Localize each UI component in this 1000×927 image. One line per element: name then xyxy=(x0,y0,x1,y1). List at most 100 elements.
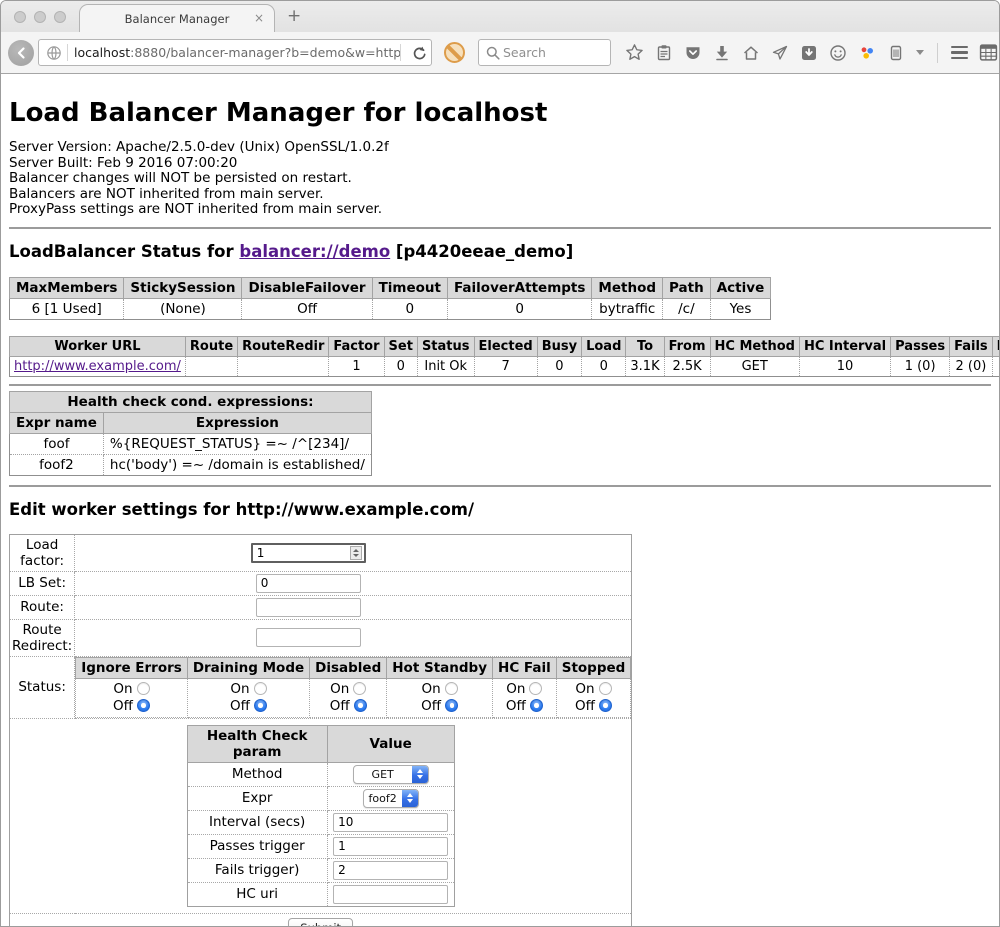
disabled-off-radio[interactable] xyxy=(354,699,367,712)
off-label: Off xyxy=(113,698,133,714)
route-redirect-input[interactable] xyxy=(256,628,361,647)
chevron-down-icon[interactable] xyxy=(916,50,924,55)
worker-url-link[interactable]: http://www.example.com/ xyxy=(14,359,181,374)
content-blocked-icon[interactable] xyxy=(444,42,465,63)
download-icon[interactable] xyxy=(713,44,731,62)
menu-button[interactable] xyxy=(951,46,968,60)
app-grid-icon[interactable] xyxy=(979,43,998,62)
bookmark-star-icon[interactable] xyxy=(625,43,644,62)
draining-mode-off-radio[interactable] xyxy=(254,699,267,712)
stopped-on-radio[interactable] xyxy=(599,682,612,695)
status-col-stopped: Stopped xyxy=(556,657,631,678)
cell-load: 0 xyxy=(582,356,626,376)
health-check-expressions-table: Health check cond. expressions: Expr nam… xyxy=(9,391,372,476)
off-label: Off xyxy=(575,698,595,714)
url-bar[interactable]: localhost:8880/balancer-manager?b=demo&w… xyxy=(38,39,432,66)
divider xyxy=(9,384,991,386)
hc-fails-input[interactable] xyxy=(333,861,448,880)
window-minimize-button[interactable] xyxy=(34,11,46,23)
home-icon[interactable] xyxy=(742,44,760,62)
number-spinner-icon[interactable] xyxy=(350,546,362,560)
send-page-icon[interactable] xyxy=(771,44,789,62)
divider xyxy=(9,227,991,229)
route-input[interactable] xyxy=(256,598,361,617)
hot-standby-on-radio[interactable] xyxy=(445,682,458,695)
reading-list-icon[interactable] xyxy=(655,44,673,62)
window-zoom-button[interactable] xyxy=(54,11,66,23)
status-col-hc-fail: HC Fail xyxy=(493,657,557,678)
form-row-submit: Submit xyxy=(10,913,632,927)
globe-icon xyxy=(46,45,62,61)
hc-passes-input[interactable] xyxy=(333,837,448,856)
server-info-line: ProxyPass settings are NOT inherited fro… xyxy=(9,202,991,218)
stopped-off-radio[interactable] xyxy=(599,699,612,712)
reload-button[interactable] xyxy=(411,45,427,61)
url-text: localhost:8880/balancer-manager?b=demo&w… xyxy=(74,45,400,60)
form-row-status: Status: Ignore Errors Draining Mode Disa… xyxy=(10,656,632,718)
search-bar[interactable] xyxy=(478,39,611,66)
search-input[interactable] xyxy=(501,44,596,61)
cell-expression: %{REQUEST_STATUS} =~ /^[234]/ xyxy=(103,433,371,454)
hc-fails-label: Fails trigger) xyxy=(187,858,327,882)
balancer-heading-suffix: [p4420eeae_demo] xyxy=(390,242,573,261)
route-label: Route: xyxy=(10,595,75,619)
server-info: Server Version: Apache/2.5.0-dev (Unix) … xyxy=(9,140,991,218)
column-header: Timeout xyxy=(372,277,447,298)
new-tab-button[interactable]: + xyxy=(287,6,301,26)
url-domain: localhost xyxy=(74,45,130,60)
back-arrow-icon xyxy=(13,45,29,61)
column-header: HC Interval xyxy=(799,336,890,356)
hc-expr-label: Expr xyxy=(187,786,327,810)
disabled-on-radio[interactable] xyxy=(353,682,366,695)
hot-standby-off-radio[interactable] xyxy=(445,699,458,712)
hc-uri-label: HC uri xyxy=(187,882,327,906)
on-label: On xyxy=(575,681,594,697)
table-title-row: Health check cond. expressions: xyxy=(10,391,372,412)
column-header: DisableFailover xyxy=(242,277,372,298)
load-factor-label: Load factor: xyxy=(10,534,75,571)
submit-button[interactable]: Submit xyxy=(288,918,353,927)
hc-row-fails: Fails trigger) xyxy=(187,858,454,882)
draining-mode-on-radio[interactable] xyxy=(254,682,267,695)
load-factor-field-wrap xyxy=(251,543,366,563)
hc-expr-select[interactable]: foof2 xyxy=(363,789,419,808)
balancer-demo-link[interactable]: balancer://demo xyxy=(239,242,390,261)
container-icon[interactable] xyxy=(887,44,905,62)
back-button[interactable] xyxy=(8,40,34,66)
select-stepper-icon xyxy=(412,766,428,783)
window-close-button[interactable] xyxy=(14,11,26,23)
column-header: RouteRedir xyxy=(238,336,329,356)
tab-balancer-manager[interactable]: Balancer Manager × xyxy=(79,4,275,32)
feedback-smiley-icon[interactable] xyxy=(829,44,847,62)
pocket-icon[interactable] xyxy=(684,44,702,62)
hc-uri-input[interactable] xyxy=(333,885,448,904)
hc-method-select[interactable]: GET xyxy=(353,765,429,784)
cell-expr-name: foof2 xyxy=(10,454,104,475)
hc-fail-off-radio[interactable] xyxy=(530,699,543,712)
status-col-ignore-errors: Ignore Errors xyxy=(76,657,188,678)
status-col-hot-standby: Hot Standby xyxy=(387,657,493,678)
form-row-lb-set: LB Set: xyxy=(10,571,632,595)
load-factor-input[interactable] xyxy=(251,543,366,563)
balancer-heading-prefix: LoadBalancer Status for xyxy=(9,242,239,261)
lb-set-input[interactable] xyxy=(256,574,361,593)
table-header-row: Expr name Expression xyxy=(10,412,372,433)
column-header: Busy xyxy=(537,336,581,356)
ignore-errors-on-radio[interactable] xyxy=(137,682,150,695)
workers-table: Worker URL Route RouteRedir Factor Set S… xyxy=(9,336,1000,377)
save-to-device-icon[interactable] xyxy=(800,44,818,62)
hc-passes-label: Passes trigger xyxy=(187,834,327,858)
extension-dots-icon[interactable] xyxy=(858,44,876,62)
table-header-row: MaxMembers StickySession DisableFailover… xyxy=(10,277,771,298)
form-row-route-redirect: Route Redirect: xyxy=(10,619,632,656)
hc-interval-input[interactable] xyxy=(333,813,448,832)
table-row: foof2 hc('body') =~ /domain is establish… xyxy=(10,454,372,475)
ignore-errors-off-radio[interactable] xyxy=(137,699,150,712)
hc-fail-on-radio[interactable] xyxy=(529,682,542,695)
on-label: On xyxy=(506,681,525,697)
hc-param-header: Health Check param xyxy=(187,725,327,762)
expressions-table-title: Health check cond. expressions: xyxy=(10,391,372,412)
cell-active: Yes xyxy=(710,298,771,319)
tab-close-icon[interactable]: × xyxy=(254,11,264,25)
cell-expression: hc('body') =~ /domain is established/ xyxy=(103,454,371,475)
